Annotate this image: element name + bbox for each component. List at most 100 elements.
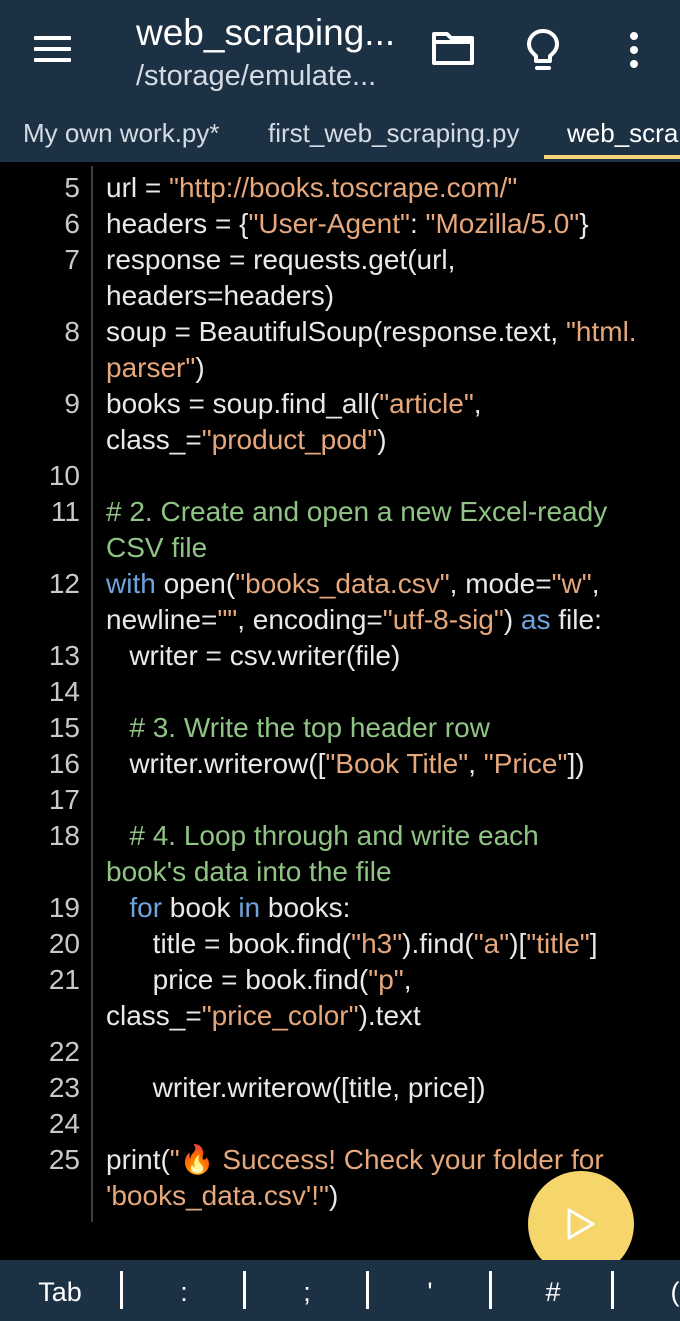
code-keyword: in [238,892,261,923]
code-string: "article" [379,388,474,419]
key-tab[interactable]: Tab [20,1260,100,1321]
code-token: ) [328,1180,339,1211]
code-line[interactable]: 24 [0,1106,680,1142]
key-quote[interactable]: ' [370,1260,490,1321]
code-line[interactable]: 10 [0,458,680,494]
code-string: "books_data.csv" [235,568,450,599]
code-string: "title" [526,928,590,959]
line-number: 9 [64,388,80,419]
code-string: "w" [551,568,592,599]
code-token: ) [503,604,521,635]
code-keyword: for [129,892,163,923]
code-text: url = "http://books.toscrape.com/" [106,170,517,206]
code-line[interactable]: 18 # 4. Loop through and write each [0,818,680,854]
code-token: response = requests.get(url, [106,244,456,275]
code-line[interactable]: 16 writer.writerow(["Book Title", "Price… [0,746,680,782]
tab-my-own-work[interactable]: My own work.py* [23,118,220,149]
line-number: 7 [64,244,80,275]
code-line[interactable]: 8 soup = BeautifulSoup(response.text, "ht… [0,314,680,350]
code-text: # 3. Write the top header row [106,710,490,746]
code-comment: # 3. Write the top header row [129,712,490,743]
code-token: headers=headers) [106,280,335,311]
code-line[interactable]: 20 title = book.find("h3").find("a")["ti… [0,926,680,962]
tab-web-scraping[interactable]: web_scrap [567,118,680,149]
key-separator [120,1271,123,1309]
code-text: for book in books: [106,890,350,926]
code-text: headers=headers) [106,278,334,314]
code-line[interactable]: 19 for book in books: [0,890,680,926]
key-paren[interactable]: ( [655,1260,680,1321]
code-token: , [473,388,482,419]
code-line[interactable]: 22 [0,1034,680,1070]
folder-icon[interactable] [432,28,476,68]
code-line[interactable]: 12 with open("books_data.csv", mode="w", [0,566,680,602]
line-number: 8 [64,316,80,347]
code-token: url = [106,172,170,203]
line-number: 19 [48,892,80,923]
code-string: "Price" [483,748,568,779]
code-line[interactable]: 14 [0,674,680,710]
key-separator [243,1271,246,1309]
code-text: headers = {"User-Agent": "Mozilla/5.0"} [106,206,589,242]
code-string: "price_color" [201,1000,359,1031]
key-colon[interactable]: : [124,1260,244,1321]
code-token: ) [195,352,205,383]
code-token: books: [260,892,351,923]
hamburger-icon[interactable] [34,36,71,62]
code-line[interactable]: 15 # 3. Write the top header row [0,710,680,746]
code-string: "h3" [351,928,403,959]
code-string: parser" [106,352,196,383]
code-token: )[ [509,928,527,959]
line-number: 11 [50,496,80,527]
code-token: writer = csv.writer(file) [106,640,401,671]
code-line[interactable]: 9 books = soup.find_all("article", [0,386,680,422]
code-token: ).text [358,1000,421,1031]
code-string: "product_pod" [201,424,378,455]
code-line[interactable]: 17 [0,782,680,818]
code-line[interactable]: headers=headers) [0,278,680,314]
code-text: writer.writerow(["Book Title", "Price"]) [106,746,584,782]
line-number: 24 [48,1108,80,1139]
code-token: file: [550,604,602,635]
key-semicolon[interactable]: ; [247,1260,367,1321]
code-token: books = soup.find_all( [106,388,380,419]
code-text: print("🔥 Success! Check your folder for [106,1142,604,1178]
code-text: title = book.find("h3").find("a")["title… [106,926,598,962]
code-token: soup = BeautifulSoup(response.text, [106,316,566,347]
code-text: # 2. Create and open a new Excel-ready [106,494,607,530]
code-editor[interactable]: 5 url = "http://books.toscrape.com/" 6 head… [0,166,680,1260]
code-line[interactable]: newline="", encoding="utf-8-sig") as fil… [0,602,680,638]
code-token: print( [106,1144,170,1175]
code-line[interactable]: 23 writer.writerow([title, price]) [0,1070,680,1106]
more-vertical-icon[interactable] [624,28,644,72]
code-text: soup = BeautifulSoup(response.text, "htm… [106,314,637,350]
code-token: ) [377,424,387,455]
code-line[interactable]: 7 response = requests.get(url, [0,242,680,278]
code-line[interactable]: book's data into the file [0,854,680,890]
code-line[interactable]: class_="product_pod") [0,422,680,458]
code-string: "utf-8-sig" [382,604,504,635]
code-line[interactable]: parser") [0,350,680,386]
code-token: class_= [106,1000,202,1031]
code-line[interactable]: 5 url = "http://books.toscrape.com/" [0,170,680,206]
code-keyword: with [106,568,156,599]
code-text: books = soup.find_all("article", [106,386,482,422]
code-string: "User-Agent" [248,208,410,239]
lightbulb-icon[interactable] [526,28,562,72]
code-token: open( [155,568,236,599]
code-line[interactable]: 13 writer = csv.writer(file) [0,638,680,674]
code-string: "a" [473,928,510,959]
tab-first-web-scraping[interactable]: first_web_scraping.py [268,118,519,149]
code-text: 'books_data.csv'!") [106,1178,338,1214]
code-line[interactable]: 11 # 2. Create and open a new Excel-ready [0,494,680,530]
key-hash[interactable]: # [493,1260,613,1321]
code-line[interactable]: class_="price_color").text [0,998,680,1034]
line-number: 20 [48,928,80,959]
line-number: 22 [48,1036,80,1067]
code-line[interactable]: 6 headers = {"User-Agent": "Mozilla/5.0"} [0,206,680,242]
code-line[interactable]: CSV file [0,530,680,566]
code-token: title = book.find( [106,928,352,959]
code-line[interactable]: 21 price = book.find("p", [0,962,680,998]
line-number: 5 [64,172,80,203]
